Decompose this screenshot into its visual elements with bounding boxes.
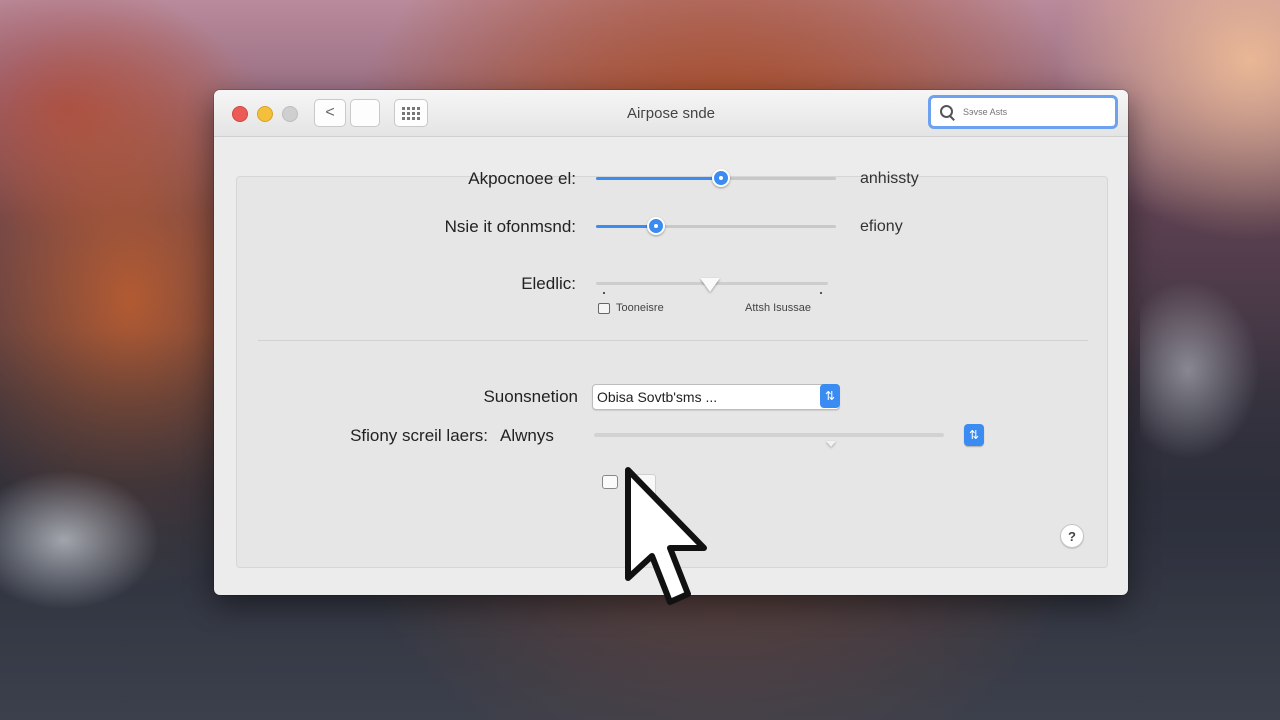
wallpaper-snow-left <box>0 470 160 610</box>
row3-left-label: Tooneisre <box>616 302 664 314</box>
row1-value: anhissty <box>860 170 919 187</box>
search-icon <box>939 104 955 121</box>
row1-slider-fill <box>596 177 721 180</box>
updown-arrows-icon: ⇅ <box>820 384 840 408</box>
row3-tick-left <box>603 292 605 294</box>
row3-right-label: Attsh Isussae <box>745 302 812 314</box>
wallpaper-snow-right <box>1140 280 1260 460</box>
row2-slider-track[interactable] <box>596 225 836 228</box>
help-button[interactable]: ? <box>1060 524 1084 548</box>
section-divider <box>258 340 1088 341</box>
row1-slider-knob[interactable] <box>711 169 730 187</box>
window-titlebar: < Aiгрose snde <box>214 90 1128 137</box>
scroll-stepper-button[interactable]: ⇅ <box>964 424 984 446</box>
search-input[interactable] <box>961 106 1105 118</box>
row2-label: Nsie it ofonmsnd: <box>444 217 576 236</box>
row3-label: Eledlic: <box>521 274 576 293</box>
mouse-pointer-icon <box>625 467 707 605</box>
scroll-track[interactable] <box>594 433 944 437</box>
row3-box-icon <box>598 303 610 314</box>
search-field[interactable] <box>928 95 1118 129</box>
dropdown-label: Suonsnetion <box>483 387 578 406</box>
dropdown-value: Obisa Sovtb'sms ... <box>597 389 718 405</box>
question-mark-icon: ? <box>1068 528 1076 544</box>
updown-arrows-icon: ⇅ <box>968 428 980 442</box>
row2-value: efiony <box>860 218 903 235</box>
scroll-value: Alwnys <box>500 426 554 445</box>
row2-slider-knob[interactable] <box>647 217 665 235</box>
row1-label: Akpocnoee el: <box>468 169 576 188</box>
scroll-label: Sfiony screil laers: <box>350 426 488 445</box>
dropdown-select[interactable]: Obisa Sovtb'sms ... ⇅ <box>592 384 840 410</box>
row3-slider-knob[interactable] <box>699 278 720 292</box>
scroll-knob[interactable] <box>826 441 836 447</box>
row3-tick-right <box>820 292 822 294</box>
